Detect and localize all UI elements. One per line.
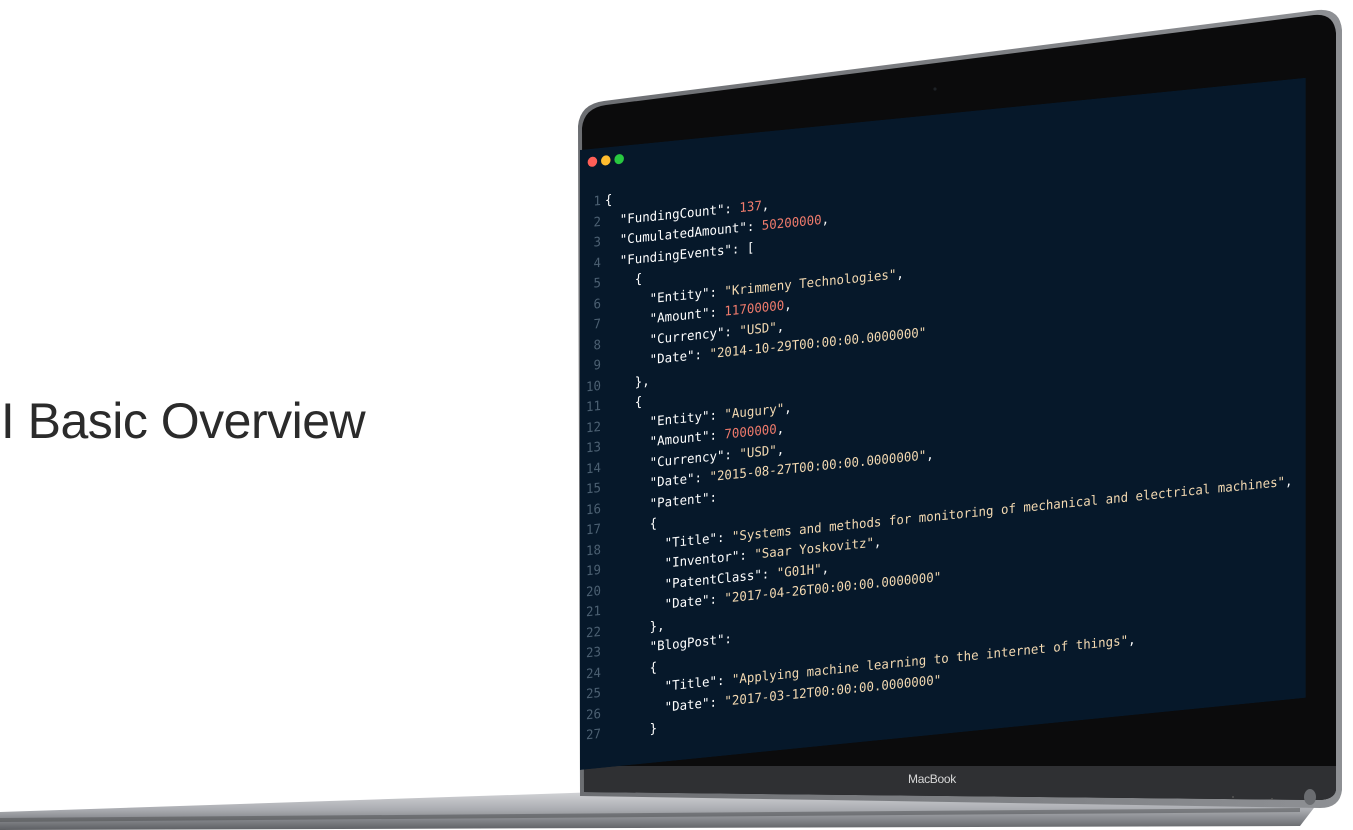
line-number: 22 (586, 624, 602, 641)
json-code-block: 1{2 "FundingCount": 137, 3 "CumulatedAmou… (580, 123, 1293, 747)
line-number: 5 (593, 275, 602, 292)
device-brand-label: MacBook (908, 772, 956, 786)
code-token-punc: : (709, 489, 717, 506)
line-number: 14 (586, 460, 602, 477)
code-token-punc: } (604, 721, 658, 742)
code-token-str: "G01H" (776, 561, 822, 581)
line-number: 9 (593, 357, 602, 374)
code-token-punc: : (709, 284, 725, 301)
line-number: 13 (586, 439, 602, 457)
line-number: 23 (586, 644, 602, 662)
code-token-punc: { (604, 192, 613, 209)
code-token-punc: }, (604, 618, 665, 640)
code-token-str: "USD" (739, 319, 777, 339)
code-token-punc: { (604, 394, 643, 414)
code-token-punc: : (761, 565, 777, 583)
code-token-punc: : (716, 529, 732, 546)
line-number: 2 (593, 214, 602, 231)
line-number: 16 (586, 501, 602, 518)
code-token-punc: : (724, 631, 732, 648)
line-number: 7 (593, 316, 602, 333)
code-token-punc: : [ (731, 240, 755, 258)
code-token-num: 137 (739, 198, 762, 216)
close-dot[interactable] (587, 156, 598, 168)
code-token-punc: : (694, 470, 710, 487)
code-token-punc: , (821, 212, 830, 228)
code-token-punc: , (776, 442, 785, 458)
line-number: 17 (586, 521, 602, 539)
code-token-punc: : (709, 694, 725, 711)
code-token-punc: , (896, 266, 904, 283)
code-token-punc: : (746, 218, 762, 236)
code-token-punc: : (724, 446, 740, 464)
line-number: 11 (586, 398, 602, 416)
code-token-punc: , (1128, 632, 1136, 649)
line-number: 20 (586, 583, 602, 600)
code-token-str: "Augury" (724, 401, 785, 423)
line-number: 24 (586, 665, 602, 682)
code-token-punc: , (776, 319, 785, 335)
code-token-punc: , (926, 447, 934, 464)
code-token-num: 7000000 (724, 422, 777, 443)
code-token-punc: , (776, 421, 785, 438)
line-number: 25 (586, 685, 602, 703)
camera-dot (933, 87, 937, 91)
code-token-punc: : (709, 591, 725, 609)
code-token-punc: : (724, 200, 740, 218)
code-token-punc: , (761, 197, 770, 214)
code-token-punc: { (604, 271, 643, 291)
line-number: 15 (586, 480, 602, 498)
slide: PI Basic Overview 1 {2 "FundingCount": … (0, 0, 1353, 830)
code-token-num: 11700000 (724, 298, 785, 320)
line-number: 18 (586, 542, 602, 559)
code-token-punc: : (709, 407, 725, 424)
code-token-punc: { (604, 516, 658, 537)
code-token-punc: { (604, 659, 658, 681)
line-number: 6 (593, 296, 602, 313)
code-token-punc: : (709, 427, 725, 445)
code-token-punc: , (784, 297, 792, 314)
code-token-punc: : (709, 304, 725, 322)
line-number: 21 (586, 603, 602, 621)
code-editor-window: 1{2 "FundingCount": 137, 3 "CumulatedAmou… (580, 77, 1306, 771)
line-number: 12 (586, 419, 602, 436)
code-token-num: 50200000 (761, 212, 822, 234)
code-token-str: "USD" (739, 442, 777, 462)
window-controls (587, 153, 624, 168)
line-number: 19 (586, 562, 602, 580)
line-number: 3 (593, 234, 602, 251)
code-token-punc: , (821, 560, 830, 577)
code-token-punc: : (724, 323, 740, 341)
code-token-punc: : (694, 347, 710, 364)
laptop-mockup: 1{2 "FundingCount": 137, 3 "CumulatedAmou… (0, 0, 1353, 830)
code-token-punc: , (784, 400, 792, 417)
line-number: 27 (586, 726, 602, 744)
minimize-dot[interactable] (601, 154, 611, 166)
line-number: 1 (593, 193, 602, 210)
line-number: 10 (586, 378, 602, 395)
line-number: 26 (586, 706, 602, 723)
code-token-punc: , (1285, 473, 1293, 490)
line-number: 4 (593, 255, 602, 272)
zoom-dot[interactable] (614, 153, 624, 165)
code-token-punc: }, (604, 373, 650, 394)
laptop-screen: 1{2 "FundingCount": 137, 3 "CumulatedAmou… (580, 77, 1306, 771)
code-token-punc: : (716, 672, 732, 690)
code-token-punc: , (873, 535, 882, 551)
line-number: 8 (593, 337, 602, 354)
code-token-punc: : (739, 547, 755, 565)
